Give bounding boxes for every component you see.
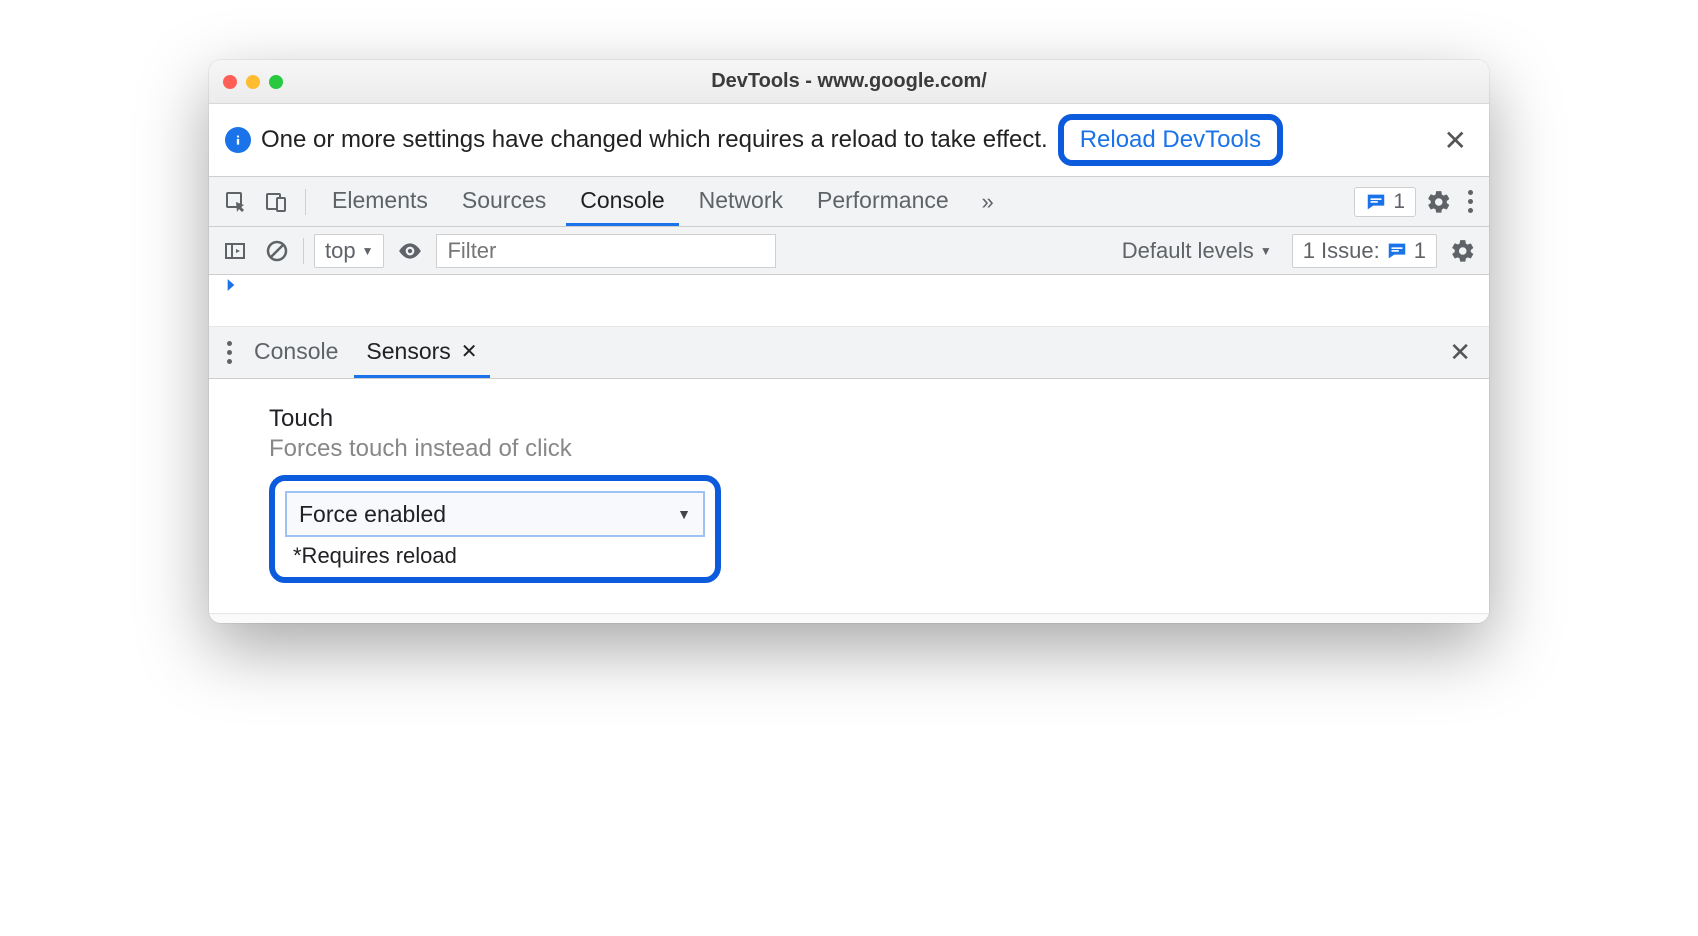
minimize-window-button[interactable]	[246, 75, 260, 89]
console-settings-icon[interactable]	[1447, 235, 1479, 267]
tab-performance[interactable]: Performance	[803, 177, 963, 226]
tab-sources[interactable]: Sources	[448, 177, 560, 226]
reload-infobar: One or more settings have changed which …	[209, 104, 1489, 177]
console-filterbar: top ▼ Default levels ▼ 1 Issue: 1	[209, 227, 1489, 275]
requires-reload-note: *Requires reload	[285, 543, 705, 569]
message-icon	[1365, 191, 1387, 213]
live-expression-icon[interactable]	[394, 235, 426, 267]
settings-icon[interactable]	[1422, 185, 1456, 219]
drawer-tab-console[interactable]: Console	[242, 327, 350, 378]
message-icon	[1386, 240, 1408, 262]
inspect-icon[interactable]	[219, 185, 253, 219]
info-icon	[225, 127, 251, 153]
reload-devtools-button[interactable]: Reload DevTools	[1058, 114, 1283, 166]
dropdown-caret-icon: ▼	[677, 506, 691, 522]
touch-highlight: Force enabled ▼ *Requires reload	[269, 475, 721, 583]
close-tab-icon[interactable]: ✕	[461, 339, 478, 364]
infobar-message: One or more settings have changed which …	[261, 126, 1048, 154]
tab-network[interactable]: Network	[685, 177, 797, 226]
console-output-area	[209, 275, 1489, 327]
device-toolbar-icon[interactable]	[259, 185, 293, 219]
tab-console[interactable]: Console	[566, 177, 678, 226]
log-levels-selector[interactable]: Default levels ▼	[1112, 235, 1282, 267]
filter-input[interactable]	[436, 234, 776, 268]
window-controls	[223, 75, 283, 89]
close-infobar-button[interactable]: ✕	[1438, 124, 1473, 157]
toggle-sidebar-icon[interactable]	[219, 235, 251, 267]
drawer-tabbar: Console Sensors ✕ ✕	[209, 327, 1489, 379]
titlebar: DevTools - www.google.com/	[209, 60, 1489, 104]
issues-pill[interactable]: 1 Issue: 1	[1292, 234, 1437, 268]
touch-description: Forces touch instead of click	[269, 435, 1465, 463]
main-menu-button[interactable]	[1462, 184, 1479, 219]
tab-elements[interactable]: Elements	[318, 177, 442, 226]
touch-select[interactable]: Force enabled ▼	[285, 491, 705, 537]
issues-badge[interactable]: 1	[1354, 187, 1416, 217]
zoom-window-button[interactable]	[269, 75, 283, 89]
touch-select-value: Force enabled	[299, 501, 446, 528]
close-window-button[interactable]	[223, 75, 237, 89]
context-selector[interactable]: top ▼	[314, 234, 384, 268]
prompt-chevron-icon	[221, 275, 241, 295]
sensors-panel: Touch Forces touch instead of click Forc…	[209, 379, 1489, 613]
clear-console-icon[interactable]	[261, 235, 293, 267]
issues-count: 1	[1393, 190, 1405, 214]
drawer-tab-sensors[interactable]: Sensors ✕	[354, 327, 489, 378]
devtools-window: DevTools - www.google.com/ One or more s…	[209, 60, 1489, 623]
window-title: DevTools - www.google.com/	[209, 70, 1489, 93]
close-drawer-button[interactable]: ✕	[1443, 337, 1477, 368]
main-tabbar: Elements Sources Console Network Perform…	[209, 177, 1489, 227]
more-tabs-button[interactable]: »	[969, 185, 1003, 219]
drawer-menu-button[interactable]	[221, 335, 238, 370]
touch-label: Touch	[269, 405, 1465, 433]
